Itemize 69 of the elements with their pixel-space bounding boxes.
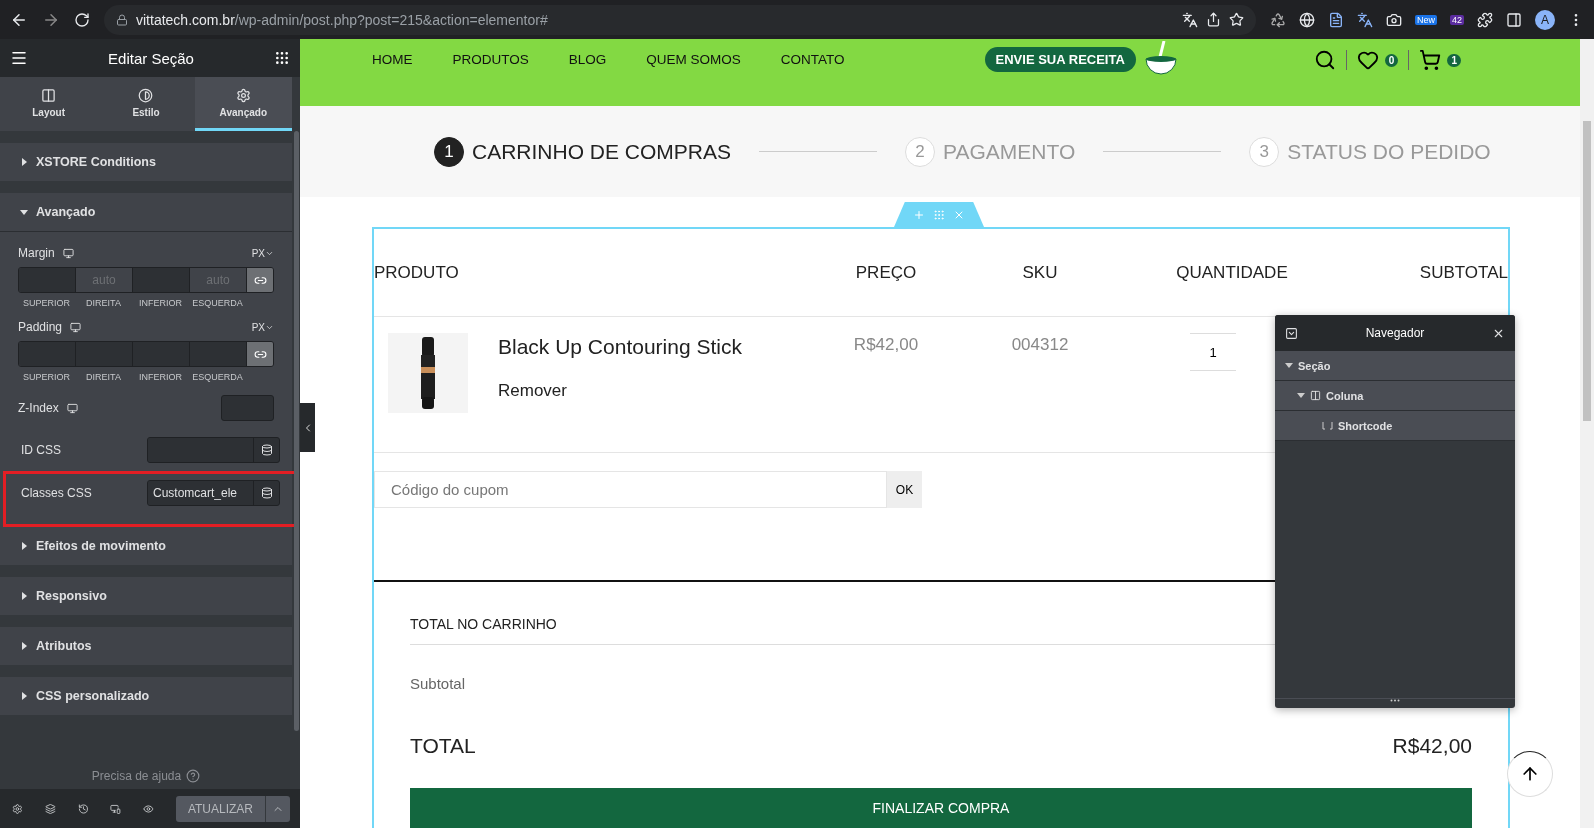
step-number: 2 [905,136,936,167]
css-field[interactable]: Customcart_ele [147,480,280,506]
panel-tab[interactable]: Avançado [194,77,292,131]
side-label: DIREITA [85,298,122,308]
section-header[interactable]: CSS personalizado [0,677,292,715]
column-header: QUANTIDADE [1175,262,1289,283]
apply-coupon-button[interactable]: OK [887,471,922,508]
side-label: ESQUERDA [191,298,244,308]
side-label: INFERIOR [138,372,183,382]
panel-tab[interactable]: Layout [0,77,98,131]
navigator-title: Navegador [1365,326,1425,340]
address-bar[interactable]: vittatech.com.br/wp-admin/post.php?post=215&action=elementor# [104,4,1256,35]
menu-link[interactable]: QUEM SOMOS [646,51,741,67]
panel-title: Editar Seção [108,49,194,67]
navigator-label: Shortcode [1338,419,1393,432]
checkout-button[interactable]: FINALIZAR COMPRA [410,788,1472,828]
cta-button[interactable]: ENVIE SUA RECEITA [984,47,1136,72]
control-label: Margin [18,246,74,260]
coupon-field[interactable]: Código do cupom [374,471,887,508]
unit-selector[interactable]: PX [251,247,274,259]
update-button[interactable]: ATUALIZAR [175,795,266,822]
menu-link[interactable]: CONTATO [780,51,845,67]
navigator-label: Coluna [1326,389,1364,402]
section-header[interactable]: Atributos [0,627,292,665]
step-label: PAGAMENTO [943,139,1076,164]
subtotal-label: Subtotal [410,675,466,692]
step-label: STATUS DO PEDIDO [1287,139,1491,164]
table-cell-text: R$42,00 [852,334,920,355]
url-text: vittatech.com.br/wp-admin/post.php?post=215&action=elementor# [136,11,548,28]
navigator-item[interactable]: Coluna [1275,381,1515,411]
side-label: INFERIOR [138,298,183,308]
side-label: DIREITA [85,372,122,382]
quantity-input[interactable]: 1 [1190,333,1236,371]
section-header[interactable]: Efeitos de movimento [0,527,292,565]
side-label: SUPERIOR [22,372,71,382]
step-label: CARRINHO DE COMPRAS [472,139,732,164]
step-number: 3 [1249,136,1280,167]
step-number: 1 [434,136,464,167]
control-label: Z-Index [18,401,78,415]
menu-link[interactable]: HOME [372,51,413,67]
column-header: PREÇO [854,262,918,283]
profile-avatar[interactable]: A [1535,9,1555,30]
table-cell-text: 004312 [1010,334,1070,355]
menu-link[interactable]: BLOG [568,51,607,67]
navigator-item[interactable]: Seção [1275,351,1515,381]
unit-selector[interactable]: PX [251,321,274,333]
section-header[interactable]: XSTORE Conditions [0,143,292,181]
navigator-item[interactable]: Shortcode [1275,411,1515,441]
side-label: ESQUERDA [191,372,244,382]
column-header: SKU [1021,262,1059,283]
extension-badge[interactable]: 42 [1450,14,1464,25]
product-link[interactable]: Black Up Contouring Stick [498,335,742,359]
count-badge: 0 [1384,53,1399,67]
total-value: R$42,00 [1392,734,1472,758]
column-header: PRODUTO [374,262,460,283]
control-label: Padding [18,320,82,334]
control-label: Classes CSS [21,486,92,500]
count-badge: 1 [1447,53,1461,67]
help-link[interactable]: Precisa de ajuda [91,769,182,783]
column-header: SUBTOTAL [1418,262,1508,283]
side-label: SUPERIOR [22,298,71,308]
remove-link[interactable]: Remover [498,381,742,401]
extension-badge[interactable]: New [1414,14,1437,25]
menu-link[interactable]: PRODUTOS [452,51,529,67]
control-label: ID CSS [21,443,61,457]
section-header[interactable]: Responsivo [0,577,292,615]
total-label: TOTAL [410,734,476,758]
navigator-label: Seção [1298,359,1331,372]
panel-tab[interactable]: Estilo [97,77,195,131]
